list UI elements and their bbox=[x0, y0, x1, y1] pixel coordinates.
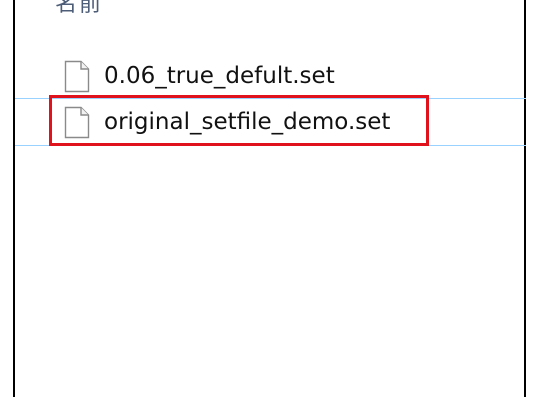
file-name-label: 0.06_true_defult.set bbox=[104, 63, 335, 89]
highlight-annotation-box bbox=[49, 95, 429, 146]
file-row[interactable]: 0.06_true_defult.set bbox=[15, 52, 526, 100]
file-list-window: 名前 0.06_true_defult.set original_setfile… bbox=[0, 0, 536, 397]
column-header-name[interactable]: 名前 bbox=[55, 0, 103, 20]
file-icon bbox=[64, 60, 90, 93]
